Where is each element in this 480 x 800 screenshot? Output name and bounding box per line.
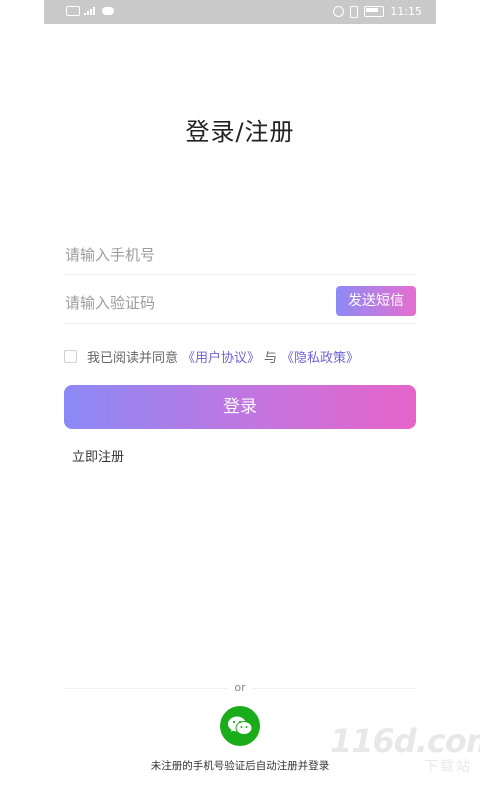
agreement-joiner: 与: [264, 351, 278, 366]
status-right: 11:15: [333, 5, 422, 18]
chat-icon: [102, 7, 114, 15]
status-bar: 11:15: [44, 0, 436, 24]
privacy-policy-link[interactable]: 《隐私政策》: [281, 347, 359, 366]
phone-number-input[interactable]: [64, 246, 416, 264]
agreement-row: 我已阅读并同意 《用户协议》 与 《隐私政策》: [64, 347, 359, 366]
phone-screen: 11:15 登录/注册 发送短信 我已阅读并同意 《用户协议》 与 《隐私政策》…: [44, 0, 480, 800]
footer-note: 未注册的手机号验证后自动注册并登录: [150, 760, 330, 772]
status-left: [66, 6, 114, 16]
user-agreement-link[interactable]: 《用户协议》: [182, 347, 260, 366]
login-button[interactable]: 登录: [64, 385, 416, 429]
hd-icon: [66, 6, 80, 16]
or-label: or: [44, 681, 436, 694]
phone-input-row: [64, 236, 416, 275]
vibrate-icon: [350, 5, 359, 18]
site-watermark: 116d.com 下载站: [330, 722, 480, 782]
alarm-icon: [333, 6, 345, 17]
page-title: 登录/注册: [185, 118, 295, 146]
battery-icon: [364, 6, 385, 17]
or-label-text: or: [228, 681, 252, 694]
register-now-link[interactable]: 立即注册: [72, 446, 124, 465]
agreement-prefix: 我已阅读并同意: [87, 351, 179, 366]
signal-icon: [84, 7, 98, 15]
send-sms-button[interactable]: 发送短信: [336, 286, 416, 316]
watermark-logo: 116d.com: [330, 722, 480, 760]
wechat-icon: [228, 716, 253, 735]
screen: 11:15 登录/注册 发送短信 我已阅读并同意 《用户协议》 与 《隐私政策》…: [0, 0, 480, 800]
agreement-checkbox[interactable]: [64, 350, 77, 363]
wechat-login-button[interactable]: [220, 706, 260, 746]
status-time: 11:15: [390, 5, 422, 18]
